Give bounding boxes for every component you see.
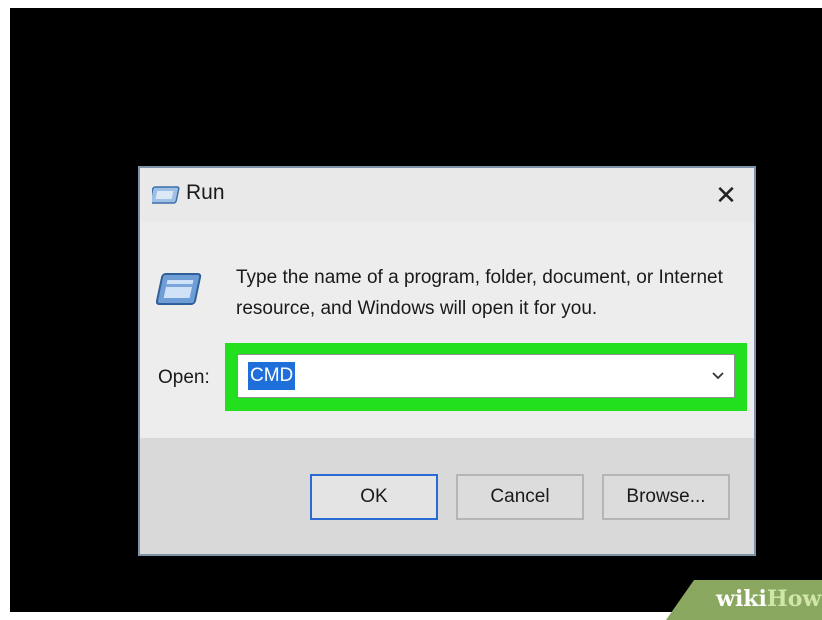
close-button[interactable]: ✕ (706, 176, 746, 214)
button-bar: OK Cancel Browse... (140, 438, 754, 554)
open-combobox[interactable]: CMD (237, 354, 735, 398)
close-icon: ✕ (715, 180, 737, 210)
dialog-body: Type the name of a program, folder, docu… (140, 222, 754, 438)
watermark-how: How (766, 586, 822, 612)
cancel-button[interactable]: Cancel (456, 474, 584, 520)
watermark-wiki: wiki (716, 586, 767, 612)
browse-button[interactable]: Browse... (602, 474, 730, 520)
run-icon (152, 186, 180, 204)
open-input-value[interactable]: CMD (248, 362, 296, 390)
description-text: Type the name of a program, folder, docu… (236, 267, 723, 319)
open-label: Open: (158, 367, 210, 388)
run-dialog: Run ✕ Type the name of a program, folder… (138, 166, 756, 556)
title-bar[interactable]: Run ✕ (140, 168, 754, 222)
run-large-icon (156, 273, 202, 305)
highlight-box: CMD (225, 343, 747, 411)
wikihow-watermark: wikiHow (666, 580, 822, 620)
chevron-down-icon[interactable] (708, 365, 728, 387)
window-title: Run (186, 181, 225, 204)
ok-button[interactable]: OK (310, 474, 438, 520)
